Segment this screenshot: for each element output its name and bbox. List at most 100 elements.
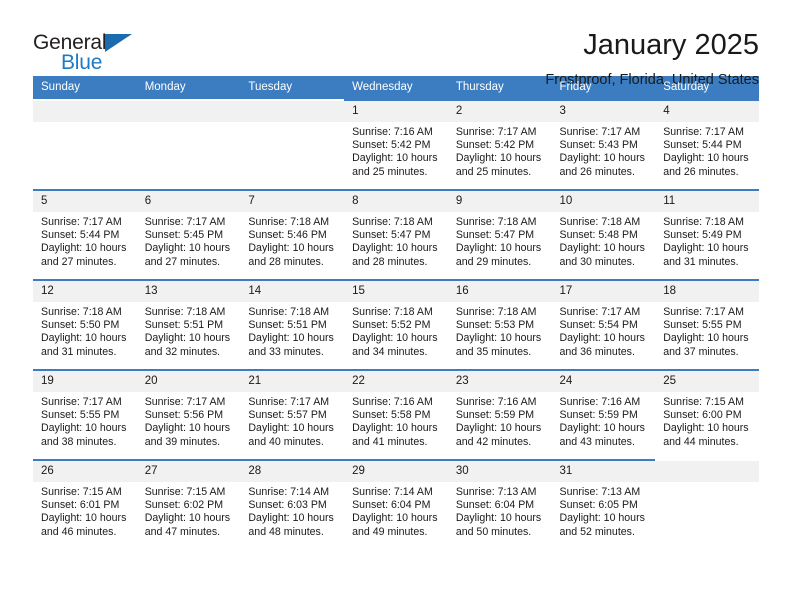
calendar-day-cell[interactable]: 13 Sunrise: 7:18 AM Sunset: 5:51 PM Dayligh… [136, 279, 241, 370]
daylight-text-line1: Daylight: 10 hours [41, 332, 127, 345]
calendar-day-cell[interactable]: 7 Sunrise: 7:18 AM Sunset: 5:46 PM Daylight… [240, 189, 345, 280]
day-details: Sunrise: 7:18 AM Sunset: 5:53 PM Daylight:… [448, 302, 552, 359]
day-details: Sunrise: 7:18 AM Sunset: 5:46 PM Daylight:… [240, 212, 344, 269]
calendar-day-cell[interactable]: 4 Sunrise: 7:17 AM Sunset: 5:44 PM Daylight… [655, 99, 759, 190]
calendar-day-cell[interactable]: 10 Sunrise: 7:18 AM Sunset: 5:48 PM Dayligh… [551, 189, 656, 280]
daylight-text-line1: Daylight: 10 hours [559, 152, 645, 165]
day-details: Sunrise: 7:16 AM Sunset: 5:59 PM Daylight:… [552, 392, 656, 449]
sunrise-text: Sunrise: 7:13 AM [559, 486, 641, 498]
calendar-day-cell[interactable]: 21 Sunrise: 7:17 AM Sunset: 5:57 PM Dayligh… [240, 369, 345, 460]
sunrise-text: Sunrise: 7:14 AM [248, 486, 330, 498]
day-details: Sunrise: 7:13 AM Sunset: 6:05 PM Daylight:… [552, 482, 656, 539]
calendar-day-cell[interactable]: 20 Sunrise: 7:17 AM Sunset: 5:56 PM Dayligh… [136, 369, 241, 460]
daylight-text-line2: and 35 minutes. [455, 345, 532, 358]
daylight-text-line2: and 29 minutes. [455, 255, 532, 268]
sunset-text: Sunset: 5:50 PM [41, 319, 120, 332]
calendar-day-cell[interactable]: 3 Sunrise: 7:17 AM Sunset: 5:43 PM Daylight… [551, 99, 656, 190]
calendar-day-cell[interactable]: 18 Sunrise: 7:17 AM Sunset: 5:55 PM Dayligh… [655, 279, 759, 370]
daylight-text-line1: Daylight: 10 hours [144, 242, 231, 255]
day-number: 4 [655, 101, 759, 122]
day-details: Sunrise: 7:17 AM Sunset: 5:42 PM Daylight:… [448, 122, 552, 179]
calendar-day-cell[interactable]: 1 Sunrise: 7:16 AM Sunset: 5:42 PM Daylight… [344, 99, 448, 190]
sunrise-text: Sunrise: 7:18 AM [248, 306, 330, 318]
day-number: 8 [344, 191, 448, 212]
daylight-text-line1: Daylight: 10 hours [248, 242, 334, 255]
sunrise-text: Sunrise: 7:17 AM [248, 396, 330, 408]
calendar-week-row: 5 Sunrise: 7:17 AM Sunset: 5:44 PM Daylight… [33, 189, 759, 280]
calendar-day-cell[interactable]: 31 Sunrise: 7:13 AM Sunset: 6:05 PM Dayligh… [551, 459, 656, 549]
calendar-day-cell[interactable]: 9 Sunrise: 7:18 AM Sunset: 5:47 PM Daylight… [447, 189, 552, 280]
calendar-day-cell[interactable]: 12 Sunrise: 7:18 AM Sunset: 5:50 PM Dayligh… [33, 279, 137, 370]
day-details: Sunrise: 7:17 AM Sunset: 5:44 PM Daylight:… [33, 212, 137, 269]
general-blue-logo[interactable]: General Blue [33, 28, 153, 80]
sunset-text: Sunset: 5:47 PM [455, 229, 535, 242]
daylight-text-line2: and 28 minutes. [248, 255, 324, 268]
sunset-text: Sunset: 5:54 PM [559, 319, 638, 332]
daylight-text-line1: Daylight: 10 hours [663, 422, 749, 435]
daylight-text-line2: and 34 minutes. [352, 345, 428, 358]
day-number: 31 [551, 461, 656, 482]
calendar-day-cell[interactable]: 26 Sunrise: 7:15 AM Sunset: 6:01 PM Dayligh… [33, 459, 137, 549]
daylight-text-line1: Daylight: 10 hours [455, 512, 542, 525]
day-number: 15 [344, 281, 448, 302]
daylight-text-line1: Daylight: 10 hours [663, 242, 749, 255]
day-number: 24 [551, 371, 656, 392]
calendar-day-cell[interactable]: 11 Sunrise: 7:18 AM Sunset: 5:49 PM Dayligh… [655, 189, 759, 280]
calendar-day-cell[interactable]: 8 Sunrise: 7:18 AM Sunset: 5:47 PM Daylight… [344, 189, 448, 280]
sunset-text: Sunset: 5:47 PM [352, 229, 431, 242]
calendar-day-cell[interactable]: 30 Sunrise: 7:13 AM Sunset: 6:04 PM Dayligh… [447, 459, 552, 549]
calendar-day-cell[interactable]: 15 Sunrise: 7:18 AM Sunset: 5:52 PM Dayligh… [344, 279, 448, 370]
calendar-day-cell[interactable]: 19 Sunrise: 7:17 AM Sunset: 5:55 PM Dayligh… [33, 369, 137, 460]
daylight-text-line1: Daylight: 10 hours [559, 332, 645, 345]
daylight-text-line1: Daylight: 10 hours [41, 512, 127, 525]
calendar-week-row: 19 Sunrise: 7:17 AM Sunset: 5:55 PM Dayligh… [33, 369, 759, 460]
calendar-day-cell[interactable]: 29 Sunrise: 7:14 AM Sunset: 6:04 PM Dayligh… [344, 459, 448, 549]
sunrise-text: Sunrise: 7:15 AM [663, 396, 744, 408]
day-details: Sunrise: 7:16 AM Sunset: 5:42 PM Daylight:… [344, 122, 448, 179]
sunset-text: Sunset: 5:58 PM [352, 409, 431, 422]
daylight-text-line1: Daylight: 10 hours [455, 242, 542, 255]
weekday-header-tuesday: Tuesday [240, 76, 345, 100]
daylight-text-line1: Daylight: 10 hours [455, 152, 542, 165]
daylight-text-line1: Daylight: 10 hours [248, 332, 334, 345]
day-number: 7 [240, 191, 345, 212]
day-number: 11 [655, 191, 759, 212]
calendar-day-cell[interactable]: 24 Sunrise: 7:16 AM Sunset: 5:59 PM Dayligh… [551, 369, 656, 460]
sunset-text: Sunset: 5:42 PM [455, 139, 535, 152]
day-details: Sunrise: 7:17 AM Sunset: 5:55 PM Daylight:… [33, 392, 137, 449]
day-number: 12 [33, 281, 137, 302]
page-title: January 2025 [583, 29, 759, 61]
sunset-text: Sunset: 5:52 PM [352, 319, 431, 332]
calendar-day-cell[interactable]: 16 Sunrise: 7:18 AM Sunset: 5:53 PM Dayligh… [447, 279, 552, 370]
daylight-text-line2: and 42 minutes. [455, 435, 532, 448]
calendar-day-cell[interactable]: 17 Sunrise: 7:17 AM Sunset: 5:54 PM Dayligh… [551, 279, 656, 370]
calendar-day-cell[interactable]: 25 Sunrise: 7:15 AM Sunset: 6:00 PM Dayligh… [655, 369, 759, 460]
day-number: 27 [136, 461, 241, 482]
calendar-day-cell[interactable]: 6 Sunrise: 7:17 AM Sunset: 5:45 PM Daylight… [136, 189, 241, 280]
daylight-text-line2: and 52 minutes. [559, 525, 635, 538]
daylight-text-line1: Daylight: 10 hours [41, 422, 127, 435]
calendar-day-cell[interactable]: 22 Sunrise: 7:16 AM Sunset: 5:58 PM Dayligh… [344, 369, 448, 460]
calendar-body: 1 Sunrise: 7:16 AM Sunset: 5:42 PM Daylight… [33, 99, 759, 549]
sunset-text: Sunset: 6:03 PM [248, 499, 327, 512]
calendar-day-cell[interactable]: 23 Sunrise: 7:16 AM Sunset: 5:59 PM Dayligh… [447, 369, 552, 460]
calendar-day-cell[interactable]: 14 Sunrise: 7:18 AM Sunset: 5:51 PM Dayligh… [240, 279, 345, 370]
calendar-page: General Blue January 2025 Frostproof, Fl… [0, 0, 792, 612]
calendar-day-cell[interactable]: 2 Sunrise: 7:17 AM Sunset: 5:42 PM Daylight… [447, 99, 552, 190]
daylight-text-line1: Daylight: 10 hours [248, 512, 334, 525]
day-details: Sunrise: 7:17 AM Sunset: 5:57 PM Daylight:… [240, 392, 344, 449]
sunset-text: Sunset: 5:43 PM [559, 139, 638, 152]
daylight-text-line1: Daylight: 10 hours [663, 152, 749, 165]
calendar-day-cell[interactable]: 5 Sunrise: 7:17 AM Sunset: 5:44 PM Daylight… [33, 189, 137, 280]
daylight-text-line1: Daylight: 10 hours [663, 332, 749, 345]
day-number: 16 [447, 281, 552, 302]
sunrise-text: Sunrise: 7:18 AM [248, 216, 330, 228]
sunrise-text: Sunrise: 7:15 AM [41, 486, 122, 498]
calendar-day-cell[interactable]: 28 Sunrise: 7:14 AM Sunset: 6:03 PM Dayligh… [240, 459, 345, 549]
calendar-day-cell[interactable]: 27 Sunrise: 7:15 AM Sunset: 6:02 PM Dayligh… [136, 459, 241, 549]
day-number: 20 [136, 371, 241, 392]
weekday-header-wednesday: Wednesday [344, 76, 448, 100]
daylight-text-line1: Daylight: 10 hours [352, 512, 438, 525]
sunrise-text: Sunrise: 7:18 AM [352, 306, 433, 318]
day-number: 5 [33, 191, 137, 212]
